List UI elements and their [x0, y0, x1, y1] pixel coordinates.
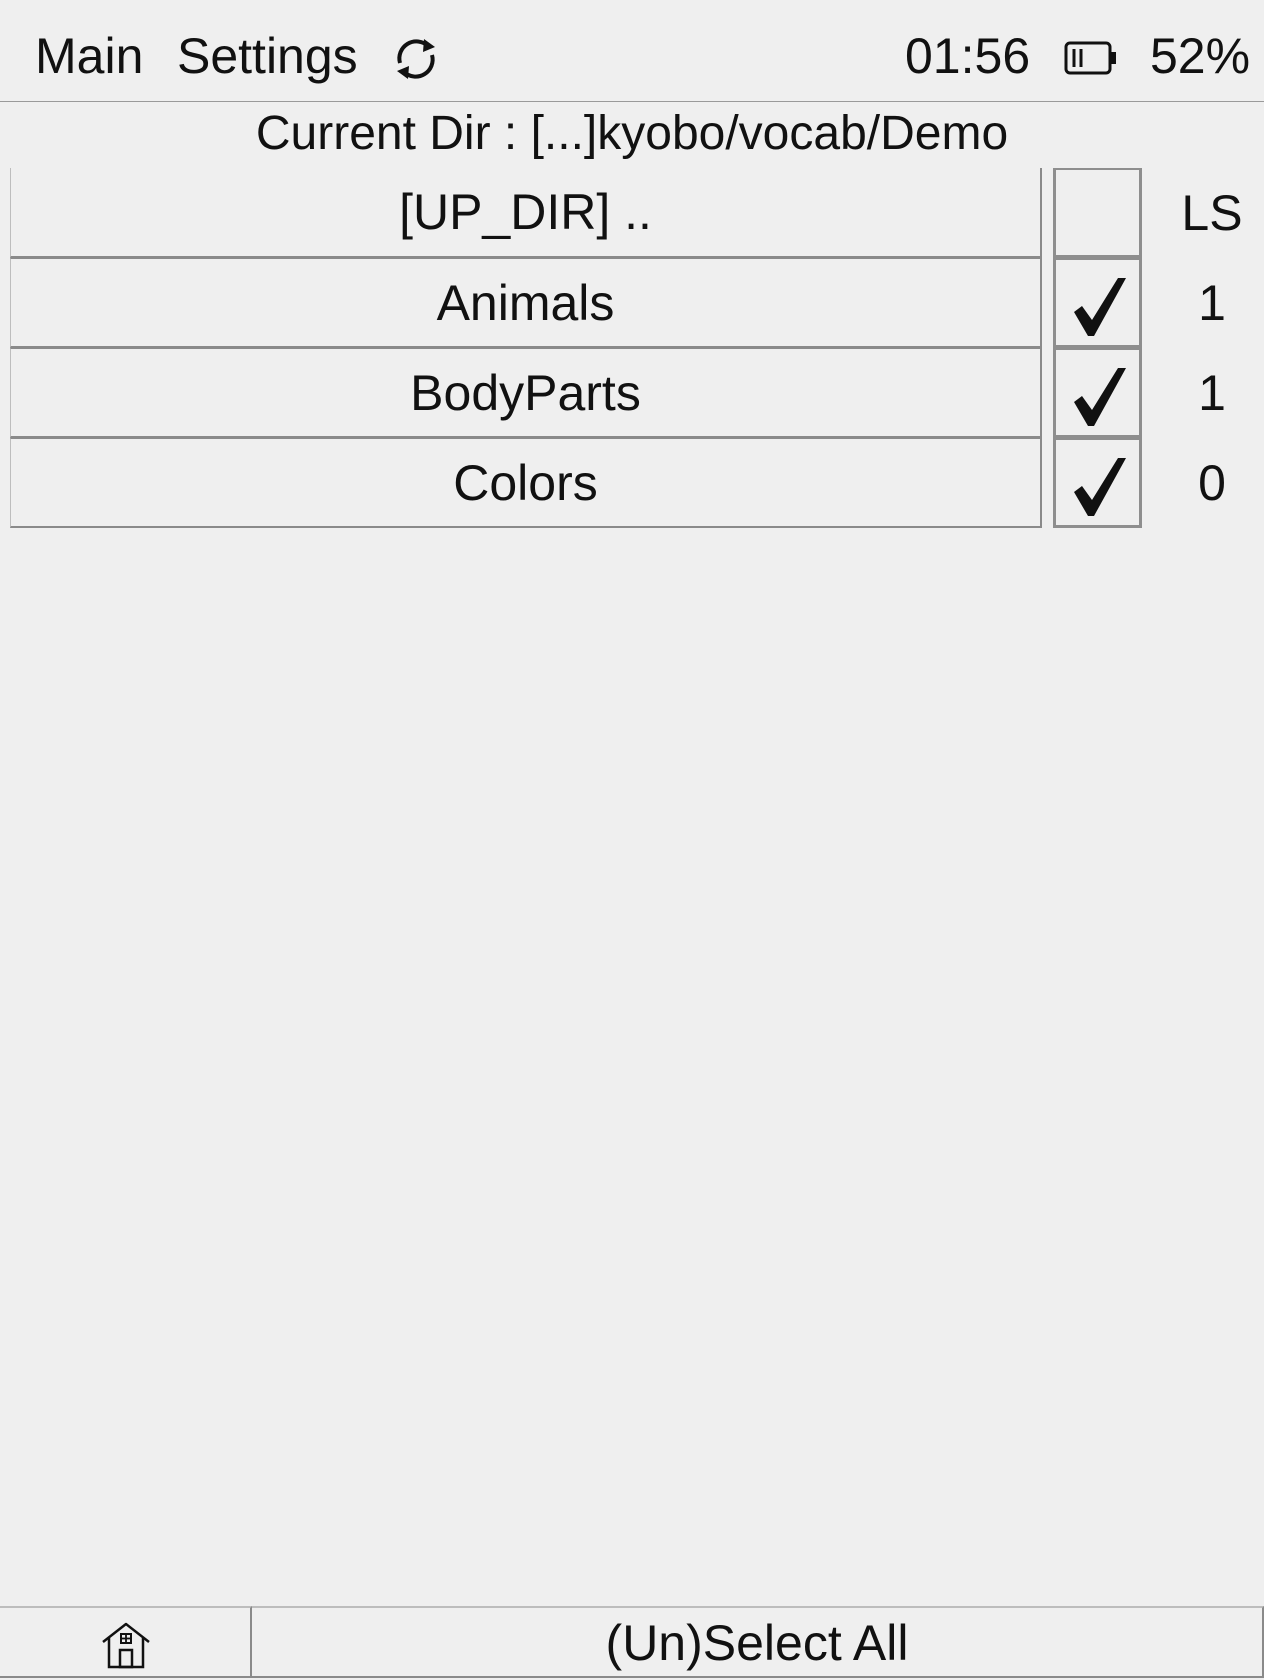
- list-item-ls-count: 1: [1198, 365, 1226, 421]
- select-all-button[interactable]: (Un)Select All: [252, 1606, 1264, 1678]
- list-item: Colors 0: [0, 438, 1264, 528]
- list-item: BodyParts 1: [0, 348, 1264, 438]
- home-icon: [102, 1622, 150, 1669]
- current-dir-label: Current Dir : [...]kyobo/vocab/Demo: [255, 107, 1009, 160]
- clock: 01:56: [905, 28, 1031, 84]
- list-item-name[interactable]: [UP_DIR] ..: [10, 168, 1042, 258]
- list-item-ls-count: 0: [1198, 455, 1226, 511]
- battery-icon: [1064, 40, 1118, 76]
- column-ls-header: LS: [1181, 185, 1243, 241]
- list-item-checkbox[interactable]: [1053, 258, 1142, 348]
- list-item: [UP_DIR] .. LS: [0, 168, 1264, 258]
- list-item-name[interactable]: Colors: [10, 438, 1042, 528]
- checkmark-icon: [1074, 458, 1126, 516]
- list-item-name[interactable]: Animals: [10, 258, 1042, 348]
- menu-settings[interactable]: Settings: [177, 0, 358, 102]
- bottom-bar: (Un)Select All: [0, 1606, 1264, 1680]
- list-item-checkbox[interactable]: [1053, 348, 1142, 438]
- checkmark-icon: [1074, 278, 1126, 336]
- directory-list: [UP_DIR] .. LS Animals 1 BodyParts 1 Col…: [0, 168, 1264, 528]
- list-item-checkbox[interactable]: [1053, 168, 1142, 258]
- checkmark-icon: [1074, 368, 1126, 426]
- list-item-ls-count: 1: [1198, 275, 1226, 331]
- home-button[interactable]: [0, 1606, 252, 1678]
- top-bar: Main Settings 01:56 52%: [0, 0, 1264, 102]
- list-item-name[interactable]: BodyParts: [10, 348, 1042, 438]
- refresh-icon[interactable]: [390, 33, 442, 85]
- battery-percent: 52%: [1150, 28, 1251, 84]
- menu-main[interactable]: Main: [35, 0, 143, 102]
- list-item-checkbox[interactable]: [1053, 438, 1142, 528]
- list-item: Animals 1: [0, 258, 1264, 348]
